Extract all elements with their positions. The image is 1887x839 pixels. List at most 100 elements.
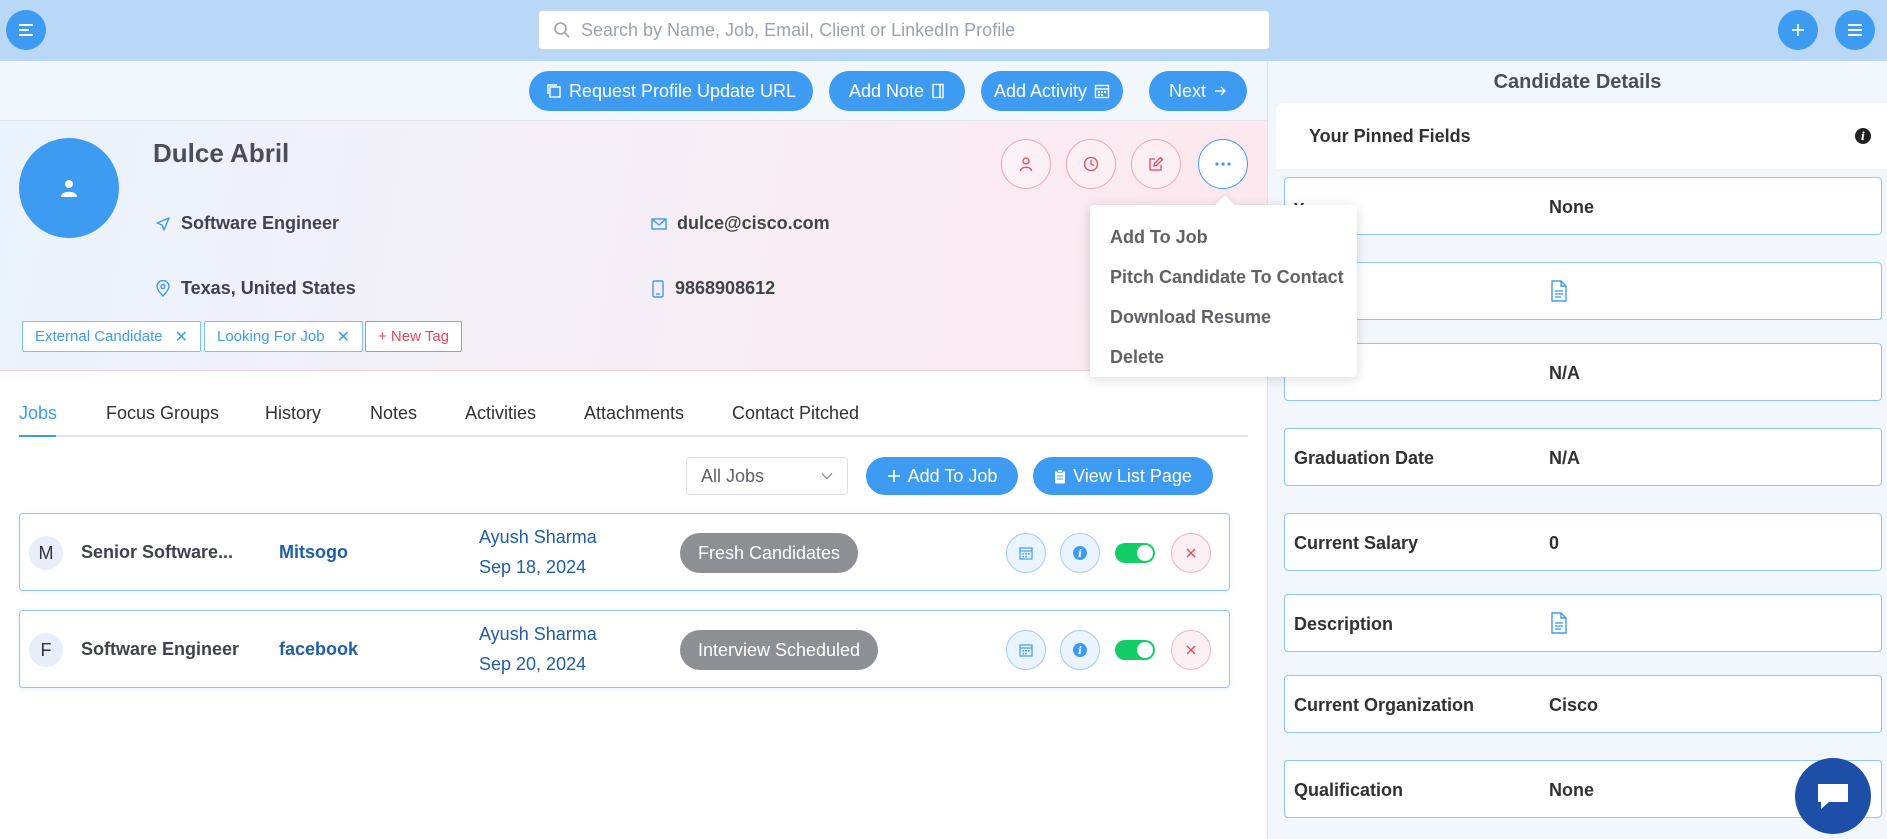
chevron-down-icon <box>821 473 833 480</box>
note-icon <box>932 83 944 99</box>
new-tag-button[interactable]: + New Tag <box>365 321 463 352</box>
field-label: Description <box>1294 614 1394 634</box>
field-value: None <box>1549 780 1594 800</box>
location-pin-icon <box>156 279 170 297</box>
field-value: Cisco <box>1549 695 1599 715</box>
request-profile-update-label: Request Profile Update URL <box>568 80 797 101</box>
menu-item-download-resume[interactable]: Download Resume <box>1090 297 1357 337</box>
candidate-title-row: Software Engineer <box>155 213 339 234</box>
add-to-job-button[interactable]: Add To Job <box>866 457 1018 495</box>
right-menu-button[interactable] <box>1835 10 1875 50</box>
job-active-toggle[interactable] <box>1115 543 1155 563</box>
tab-focus-groups[interactable]: Focus Groups <box>106 403 219 424</box>
field-label: Graduation Date <box>1294 448 1435 468</box>
tab-contact-pitched[interactable]: Contact Pitched <box>732 403 859 424</box>
next-button[interactable]: Next <box>1149 71 1247 111</box>
copy-icon <box>547 84 561 98</box>
job-active-toggle[interactable] <box>1115 640 1155 660</box>
job-company[interactable]: Mitsogo <box>279 542 348 563</box>
remove-job-button[interactable] <box>1171 533 1211 573</box>
detail-field[interactable]: N/A <box>1284 343 1882 401</box>
add-button[interactable] <box>1778 10 1818 50</box>
job-stage-badge[interactable]: Interview Scheduled <box>680 630 878 670</box>
document-icon[interactable] <box>1549 280 1569 302</box>
job-info-button[interactable]: i <box>1060 533 1100 573</box>
job-initial: M <box>29 536 63 570</box>
detail-field[interactable]: Graduation Date N/A <box>1284 428 1882 486</box>
calendar-icon <box>1019 547 1033 560</box>
job-card[interactable]: F Software Engineer facebook Ayush Sharm… <box>19 610 1230 688</box>
tab-activities[interactable]: Activities <box>465 403 536 424</box>
more-options-menu: Add To Job Pitch Candidate To Contact Do… <box>1090 205 1357 377</box>
tab-history[interactable]: History <box>265 403 321 424</box>
info-icon[interactable]: i <box>1855 128 1871 144</box>
info-icon: i <box>1073 643 1087 657</box>
job-date: Sep 20, 2024 <box>479 654 587 674</box>
menu-item-delete[interactable]: Delete <box>1090 337 1357 377</box>
jobs-filter-select[interactable]: All Jobs <box>686 457 848 495</box>
candidate-email[interactable]: dulce@cisco.com <box>677 213 830 234</box>
candidate-phone[interactable]: 9868908612 <box>675 278 775 299</box>
detail-field[interactable]: Description <box>1284 594 1882 652</box>
job-info-button[interactable]: i <box>1060 630 1100 670</box>
job-title[interactable]: Software Engineer <box>81 639 239 660</box>
view-list-page-button[interactable]: View List Page <box>1033 457 1213 495</box>
tab-attachments[interactable]: Attachments <box>584 403 684 424</box>
candidate-name: Dulce Abril <box>153 138 290 168</box>
avatar <box>19 138 119 238</box>
close-icon[interactable]: ✕ <box>337 327 350 347</box>
add-note-button[interactable]: Add Note <box>829 71 965 111</box>
detail-field[interactable]: Current Salary 0 <box>1284 513 1882 571</box>
menu-item-pitch-candidate[interactable]: Pitch Candidate To Contact <box>1090 257 1357 297</box>
job-recruiter: Ayush Sharma <box>479 624 597 644</box>
profile-view-button[interactable] <box>1001 139 1051 189</box>
candidate-title: Software Engineer <box>181 213 340 233</box>
global-search[interactable] <box>538 10 1270 50</box>
schedule-button[interactable] <box>1006 630 1046 670</box>
close-icon <box>1186 548 1196 558</box>
field-value: None <box>1549 197 1594 217</box>
add-note-label: Add Note <box>848 80 925 101</box>
candidate-location: Texas, United States <box>181 278 356 298</box>
job-title[interactable]: Senior Software... <box>81 542 233 563</box>
detail-field[interactable]: e <box>1284 262 1882 320</box>
remove-job-button[interactable] <box>1171 630 1211 670</box>
new-tag-label: + New Tag <box>378 328 450 345</box>
navigation-icon <box>156 216 170 231</box>
request-profile-update-button[interactable]: Request Profile Update URL <box>529 71 813 111</box>
tab-jobs[interactable]: Jobs <box>19 403 57 424</box>
history-button[interactable] <box>1066 139 1116 189</box>
detail-field[interactable]: y None <box>1284 177 1882 235</box>
close-icon[interactable]: ✕ <box>175 327 188 347</box>
candidate-details-title: Candidate Details <box>1493 71 1662 93</box>
edit-button[interactable] <box>1131 139 1181 189</box>
search-input[interactable] <box>581 19 1261 41</box>
job-initial: F <box>29 633 63 667</box>
job-card[interactable]: M Senior Software... Mitsogo Ayush Sharm… <box>19 513 1230 591</box>
field-value: N/A <box>1549 448 1580 468</box>
clipboard-icon <box>1055 468 1066 483</box>
search-icon <box>554 22 570 38</box>
detail-field[interactable]: Current Organization Cisco <box>1284 675 1882 733</box>
tag-external-candidate: External Candidate ✕ <box>22 321 201 352</box>
chat-widget-button[interactable] <box>1795 758 1871 834</box>
candidate-tabs: Jobs Focus Groups History Notes Activiti… <box>19 395 1248 437</box>
schedule-button[interactable] <box>1006 533 1046 573</box>
tab-notes[interactable]: Notes <box>370 403 417 424</box>
job-company[interactable]: facebook <box>279 639 358 660</box>
list-icon <box>1848 24 1862 36</box>
tag-label: External Candidate <box>35 328 163 345</box>
detail-field[interactable]: Qualification None <box>1284 760 1882 818</box>
mail-icon <box>651 217 667 230</box>
top-bar <box>0 0 1887 61</box>
field-label: Current Organization <box>1294 695 1475 715</box>
document-icon[interactable] <box>1549 612 1569 634</box>
menu-toggle-button[interactable] <box>6 10 46 50</box>
plus-icon <box>887 470 900 482</box>
job-recruiter: Ayush Sharma <box>479 527 597 547</box>
job-stage-badge[interactable]: Fresh Candidates <box>680 533 858 573</box>
menu-item-add-to-job[interactable]: Add To Job <box>1090 217 1357 257</box>
add-activity-button[interactable]: Add Activity <box>981 71 1123 111</box>
more-options-button[interactable] <box>1198 139 1248 189</box>
candidate-phone-row: 9868908612 <box>651 278 775 299</box>
